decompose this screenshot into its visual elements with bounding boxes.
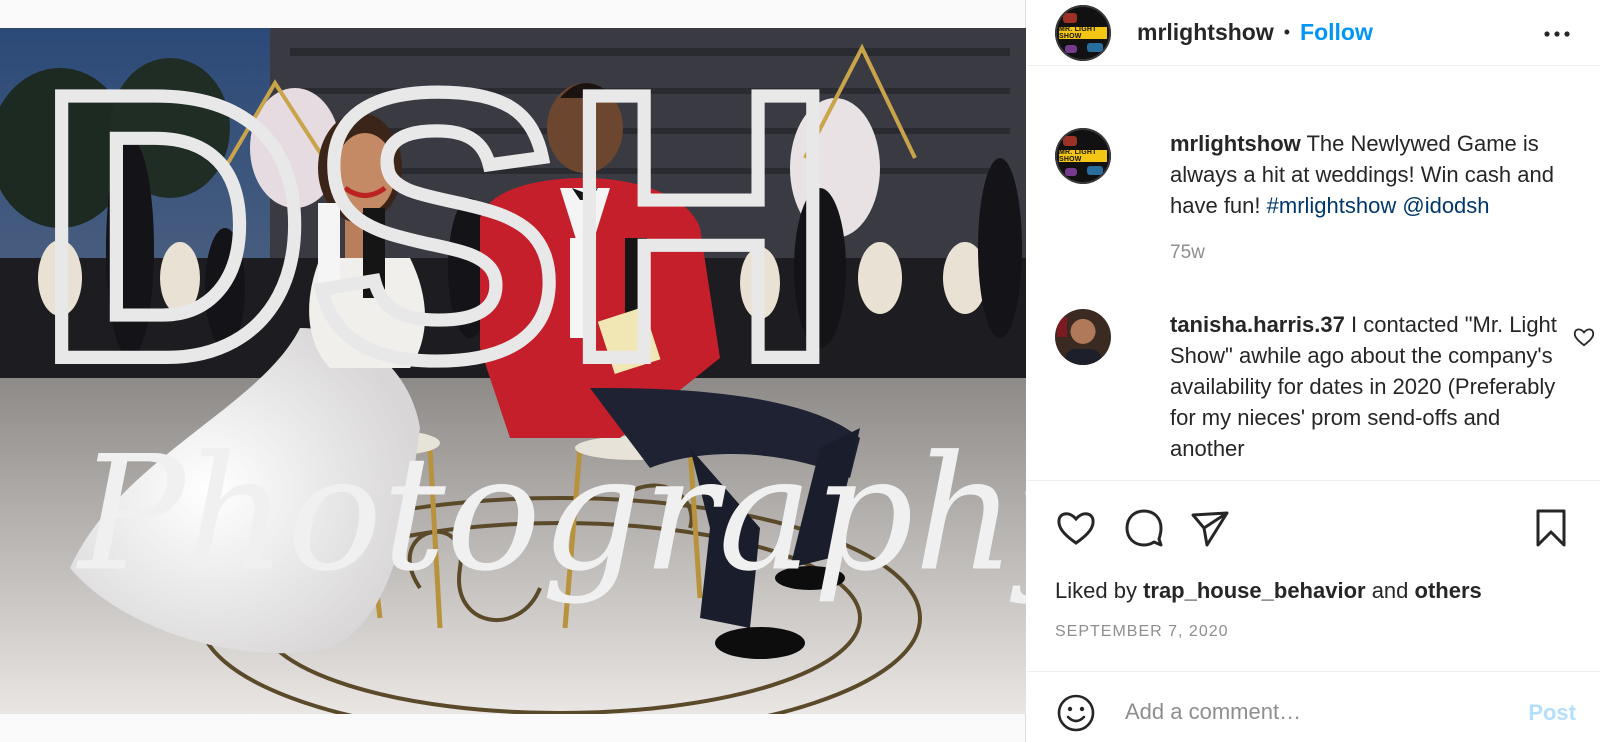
caption-username[interactable]: mrlightshow <box>1170 131 1301 156</box>
likes-user-link[interactable]: trap_house_behavior <box>1143 578 1366 603</box>
post-comment-button[interactable]: Post <box>1528 700 1576 726</box>
avatar-flag <box>1057 317 1067 337</box>
comment-input[interactable] <box>1125 694 1505 730</box>
comment-like-heart-icon[interactable] <box>1573 327 1595 347</box>
post-date[interactable]: SEPTEMBER 7, 2020 <box>1055 623 1229 641</box>
photo-pane: DSH Photography <box>0 0 1026 742</box>
likes-middle: and <box>1365 578 1415 603</box>
comment-body: tanisha.harris.37 I contacted "Mr. Light… <box>1170 309 1570 464</box>
post-actions: Liked by trap_house_behavior and others … <box>1027 480 1600 742</box>
author-avatar[interactable]: MR. LIGHT SHOW <box>1055 4 1111 61</box>
post-side-panel: MR. LIGHT SHOW mrlightshow • Follow MR. … <box>1027 0 1600 742</box>
comment-icon[interactable] <box>1123 507 1165 549</box>
likes-others-link[interactable]: others <box>1415 578 1482 603</box>
caption-avatar[interactable]: MR. LIGHT SHOW <box>1055 128 1111 184</box>
add-comment-bar: Post <box>1027 671 1600 742</box>
caption-tags[interactable]: #mrlightshow @idodsh <box>1267 193 1490 218</box>
paper-plane-icon[interactable] <box>1189 507 1231 549</box>
avatar-ring <box>1055 4 1111 61</box>
watermark-line1: DSH <box>36 28 838 438</box>
heart-icon[interactable] <box>1055 507 1097 549</box>
photographer-watermark: DSH Photography <box>30 28 1026 606</box>
post-header: MR. LIGHT SHOW mrlightshow • Follow <box>1027 0 1600 66</box>
caption-timestamp[interactable]: 75w <box>1170 242 1205 264</box>
likes-summary: Liked by trap_house_behavior and others <box>1055 578 1482 604</box>
commenter-avatar[interactable] <box>1055 309 1111 365</box>
avatar-ring <box>1055 128 1111 184</box>
follow-button[interactable]: Follow <box>1300 19 1373 46</box>
header-separator: • <box>1283 22 1291 42</box>
likes-prefix: Liked by <box>1055 578 1144 603</box>
more-horizontal-icon[interactable] <box>1542 22 1572 46</box>
comment-username[interactable]: tanisha.harris.37 <box>1170 312 1345 337</box>
caption-body: mrlightshow The Newlywed Game is always … <box>1170 128 1570 221</box>
post-photo[interactable]: DSH Photography <box>0 28 1026 714</box>
bookmark-icon[interactable] <box>1530 507 1572 549</box>
watermark-line2: Photography <box>75 422 1026 606</box>
emoji-icon[interactable] <box>1055 692 1097 734</box>
comments-section[interactable]: MR. LIGHT SHOW mrlightshow The Newlywed … <box>1027 66 1600 480</box>
avatar-suit <box>1065 349 1101 365</box>
author-username[interactable]: mrlightshow <box>1137 19 1274 46</box>
